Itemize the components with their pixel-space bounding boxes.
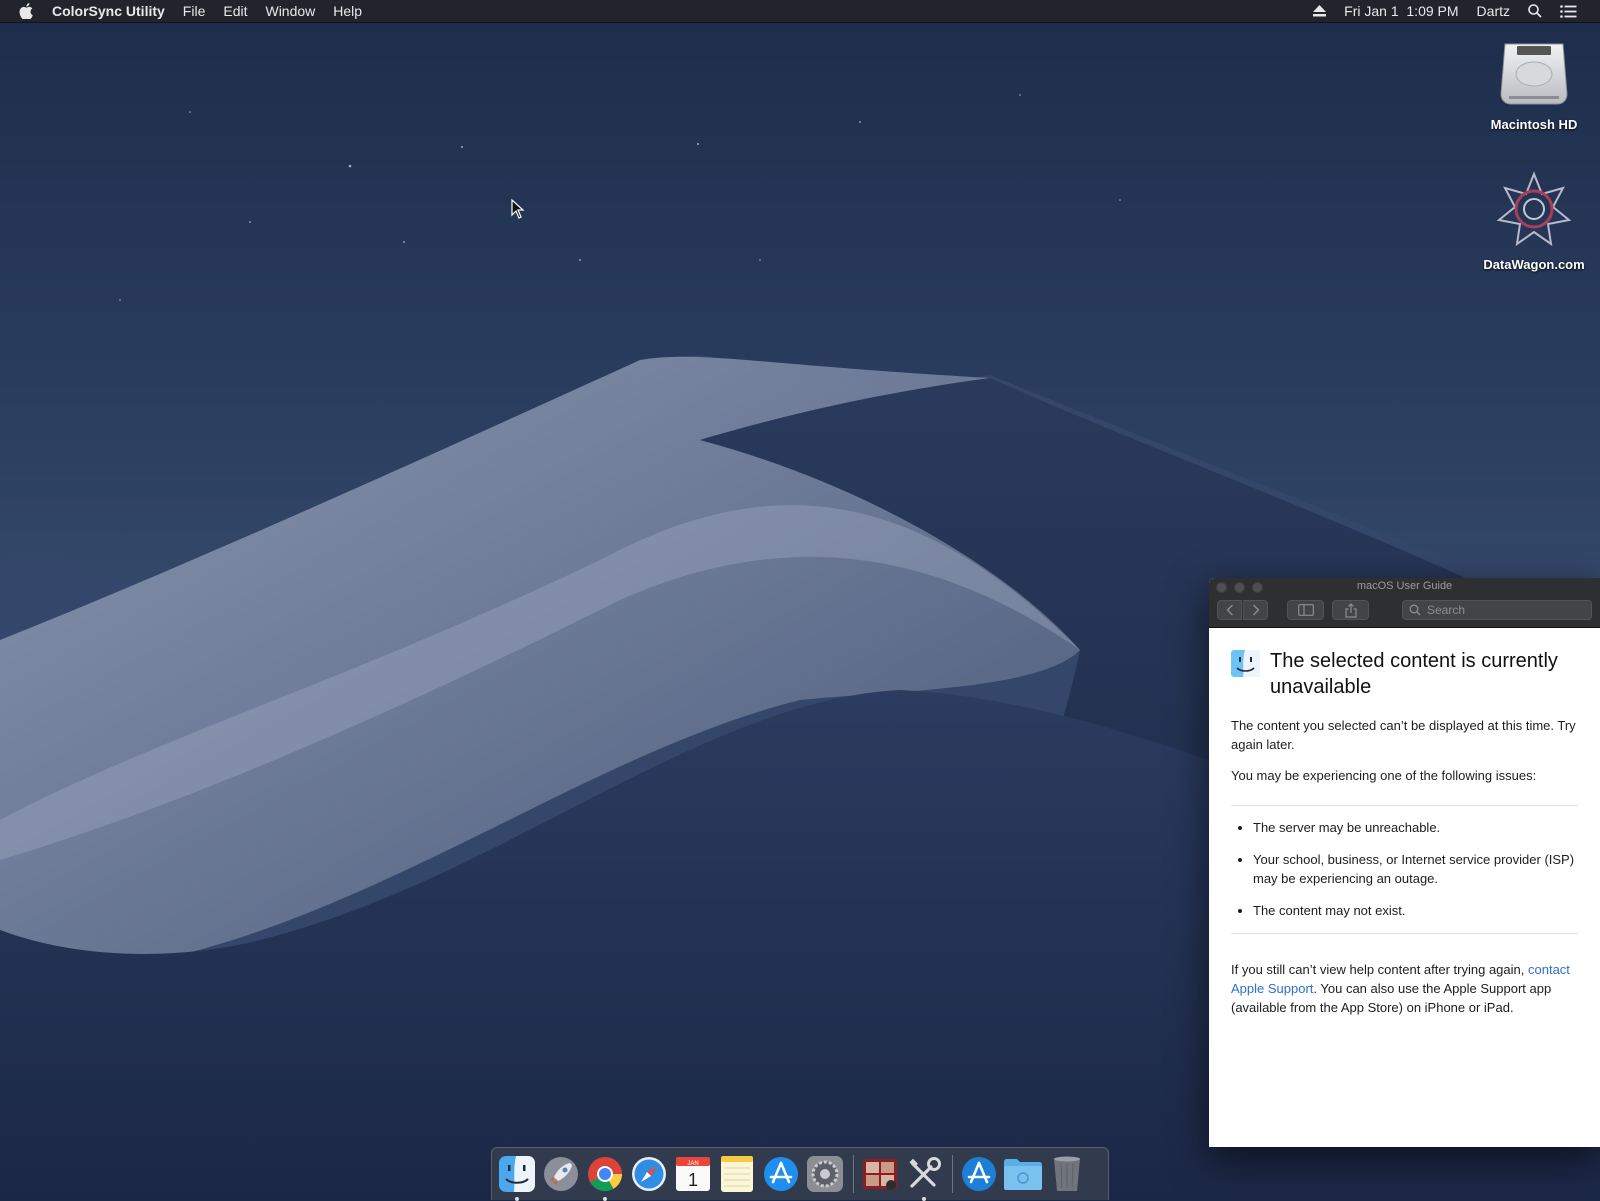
dock-item-utilities[interactable]	[904, 1154, 944, 1201]
dock-item-finder[interactable]	[497, 1154, 537, 1201]
trash-icon	[1054, 1156, 1080, 1191]
divider	[1231, 933, 1578, 934]
issues-lead: You may be experiencing one of the follo…	[1231, 768, 1537, 783]
dock-item-trash[interactable]	[1047, 1154, 1087, 1194]
list-item: The content may not exist.	[1253, 901, 1578, 920]
running-indicator	[922, 1197, 926, 1201]
list-icon[interactable]	[1551, 0, 1586, 22]
search-icon	[1409, 604, 1421, 616]
dock-item-documents-folder[interactable]	[1003, 1154, 1043, 1194]
menu-user[interactable]: Dartz	[1468, 0, 1519, 22]
app-store-icon	[962, 1157, 996, 1191]
menu-file[interactable]: File	[174, 0, 215, 22]
search-field[interactable]	[1402, 600, 1592, 620]
dock-item-calendar[interactable]: JAN 1	[673, 1154, 713, 1194]
window-title: macOS User Guide	[1356, 580, 1453, 592]
dock-item-app-store[interactable]	[761, 1154, 801, 1194]
forward-button[interactable]	[1243, 600, 1268, 620]
share-icon	[1344, 602, 1357, 618]
dock-item-chrome[interactable]	[585, 1154, 625, 1201]
sidebar-toggle-button[interactable]	[1287, 600, 1324, 620]
footer-text: If you still can’t view help content aft…	[1231, 960, 1578, 1017]
dock-item-notes[interactable]	[717, 1154, 757, 1194]
folder-icon	[1004, 1159, 1042, 1190]
menu-help[interactable]: Help	[324, 0, 371, 22]
photo-booth-icon	[863, 1159, 897, 1190]
desktop-icon-macintosh-hd[interactable]: Macintosh HD	[1474, 34, 1594, 132]
rocket-icon	[544, 1157, 578, 1191]
menu-edit[interactable]: Edit	[214, 0, 256, 22]
chevron-left-icon	[1226, 604, 1233, 616]
running-indicator	[603, 1197, 607, 1201]
dock: JAN 1	[491, 1147, 1109, 1201]
network-volume-icon	[1496, 171, 1572, 247]
gear-icon	[807, 1156, 843, 1192]
window-toolbar	[1217, 599, 1592, 621]
dock-item-launchpad[interactable]	[541, 1154, 581, 1194]
back-button[interactable]	[1217, 600, 1242, 620]
chrome-icon	[588, 1157, 622, 1191]
dock-separator	[952, 1155, 953, 1193]
desktop-icon-label: Macintosh HD	[1490, 117, 1578, 132]
compass-icon	[632, 1157, 666, 1191]
page-heading: The selected content is currently unavai…	[1270, 650, 1558, 698]
magnifier-icon[interactable]	[1519, 0, 1551, 22]
finder-icon	[1231, 650, 1260, 682]
window-titlebar: macOS User Guide	[1209, 578, 1600, 628]
share-button[interactable]	[1332, 600, 1369, 620]
divider	[1231, 805, 1578, 806]
tools-icon	[909, 1157, 941, 1188]
calendar-day-label: 1	[688, 1170, 698, 1190]
hard-drive-icon	[1500, 43, 1568, 105]
intro-text: The content you selected can’t be displa…	[1231, 718, 1576, 752]
sidebar-icon	[1297, 604, 1314, 616]
running-indicator	[515, 1197, 519, 1201]
notes-icon	[721, 1156, 753, 1192]
desktop-icon-label: DataWagon.com	[1483, 257, 1585, 272]
list-item: The server may be unreachable.	[1253, 818, 1578, 837]
help-viewer-window: macOS User Guide Search The selected con…	[1209, 578, 1600, 1147]
desktop-icon-datawagon[interactable]: DataWagon.com	[1474, 170, 1594, 272]
list-item: Your school, business, or Internet servi…	[1253, 850, 1578, 888]
menu-app-name[interactable]: ColorSync Utility	[43, 0, 174, 22]
mouse-cursor-icon	[511, 199, 525, 219]
dock-item-system-preferences[interactable]	[805, 1154, 845, 1194]
apple-icon[interactable]	[0, 3, 43, 19]
help-content: The selected content is currently unavai…	[1209, 628, 1600, 1017]
chevron-right-icon	[1252, 604, 1259, 616]
dock-item-app-store-downloads[interactable]	[959, 1154, 999, 1194]
menu-bar: ColorSync Utility File Edit Window Help …	[0, 0, 1600, 23]
calendar-icon: JAN 1	[676, 1157, 710, 1191]
footer-text-before: If you still can’t view help content aft…	[1231, 962, 1528, 977]
issues-list: The server may be unreachable. Your scho…	[1231, 818, 1578, 920]
heading-row: The selected content is currently unavai…	[1231, 648, 1578, 700]
calendar-month-label: JAN	[687, 1161, 698, 1167]
menu-clock[interactable]: Fri Jan 1 1:09 PM	[1335, 0, 1467, 22]
dock-separator	[853, 1155, 854, 1193]
eject-icon[interactable]	[1304, 0, 1335, 22]
finder-icon	[499, 1156, 535, 1192]
search-input[interactable]	[1425, 602, 1579, 618]
app-store-icon	[764, 1157, 798, 1191]
dock-item-photo-booth[interactable]	[860, 1154, 900, 1194]
menu-window[interactable]: Window	[256, 0, 324, 22]
dock-item-safari[interactable]	[629, 1154, 669, 1194]
